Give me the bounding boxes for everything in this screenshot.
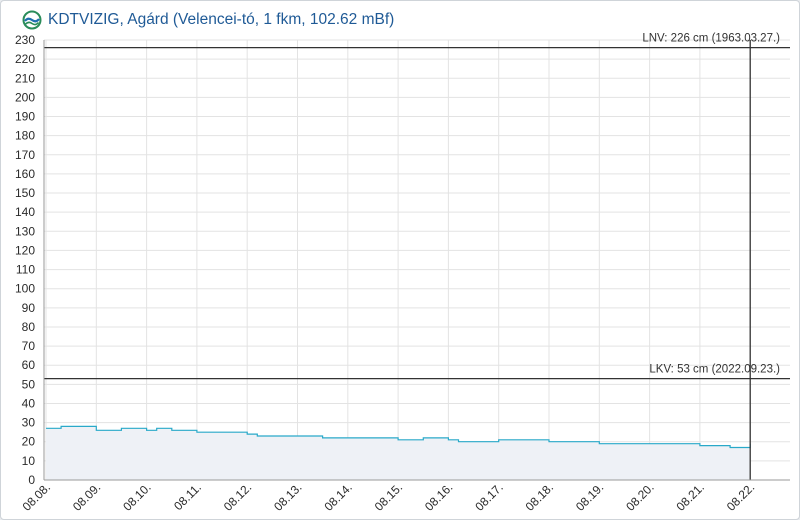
y-tick-label: 220 bbox=[15, 52, 35, 66]
y-tick-label: 0 bbox=[28, 473, 35, 487]
x-tick-label: 08.13. bbox=[271, 480, 304, 513]
y-tick-label: 20 bbox=[22, 435, 36, 449]
y-tick-label: 30 bbox=[22, 416, 36, 430]
x-tick-label: 08.20. bbox=[623, 480, 656, 513]
x-tick-label: 08.16. bbox=[422, 480, 455, 513]
y-tick-label: 210 bbox=[15, 71, 35, 85]
y-tick-label: 190 bbox=[15, 110, 35, 124]
x-tick-label: 08.21. bbox=[674, 480, 707, 513]
y-tick-label: 90 bbox=[22, 301, 36, 315]
x-tick-label: 08.19. bbox=[573, 480, 606, 513]
y-tick-label: 170 bbox=[15, 148, 35, 162]
y-tick-label: 230 bbox=[15, 33, 35, 47]
y-tick-label: 80 bbox=[22, 320, 36, 334]
x-tick-label: 08.11. bbox=[171, 480, 204, 513]
y-tick-label: 180 bbox=[15, 129, 35, 143]
x-tick-label: 08.10. bbox=[120, 480, 153, 513]
y-tick-label: 70 bbox=[22, 339, 36, 353]
y-tick-label: 10 bbox=[22, 454, 36, 468]
y-tick-label: 100 bbox=[15, 282, 35, 296]
x-tick-label: 08.09. bbox=[70, 480, 103, 513]
y-tick-label: 200 bbox=[15, 90, 35, 104]
reference-lines: LNV: 226 cm (1963.03.27.) LKV: 53 cm (202… bbox=[44, 33, 790, 480]
y-tick-label: 160 bbox=[15, 167, 35, 181]
reference-line-label: LKV: 53 cm (2022.09.23.) bbox=[649, 364, 780, 376]
y-tick-label: 140 bbox=[15, 205, 35, 219]
x-axis-ticks: 08.08. 08.09. 08.10. 08.11. 08.12. 08.13. 08.1… bbox=[20, 480, 758, 513]
reference-line-label: LNV: 226 cm (1963.03.27.) bbox=[642, 33, 780, 45]
x-tick-label: 08.17. bbox=[472, 480, 505, 513]
y-tick-label: 150 bbox=[15, 186, 35, 200]
y-tick-label: 50 bbox=[22, 377, 36, 391]
y-tick-label: 130 bbox=[15, 224, 35, 238]
axes bbox=[43, 40, 790, 481]
y-tick-label: 120 bbox=[15, 243, 35, 257]
x-gridlines bbox=[45, 40, 751, 480]
x-tick-label: 08.14. bbox=[321, 480, 354, 513]
x-tick-label: 08.18. bbox=[523, 480, 556, 513]
y-tick-label: 110 bbox=[16, 263, 35, 277]
y-tick-label: 40 bbox=[22, 396, 36, 410]
x-tick-label: 08.08. bbox=[20, 480, 53, 513]
y-axis-ticks: 0 10 20 30 40 50 60 70 80 90 100 110 120 130 140 150 160… bbox=[15, 33, 35, 487]
x-tick-label: 08.15. bbox=[372, 480, 405, 513]
x-tick-label: 08.22. bbox=[724, 480, 757, 513]
water-level-chart: LNV: 226 cm (1963.03.27.) LKV: 53 cm (202… bbox=[15, 33, 790, 514]
y-tick-label: 60 bbox=[22, 358, 36, 372]
x-tick-label: 08.12. bbox=[221, 480, 254, 513]
y-gridlines bbox=[44, 39, 790, 481]
